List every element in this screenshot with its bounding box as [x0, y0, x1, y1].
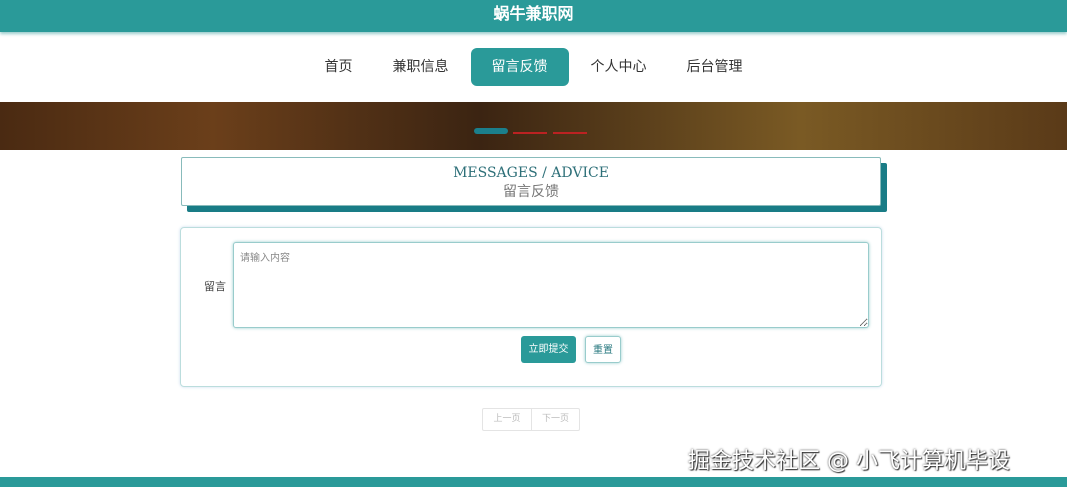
feedback-form: 留言 立即提交 重置 [180, 227, 882, 387]
page-title-en: MESSAGES / ADVICE [453, 165, 609, 181]
page-title: MESSAGES / ADVICE 留言反馈 [181, 157, 881, 206]
watermark: 掘金技术社区 @ 小飞计算机毕设 [688, 449, 1010, 474]
page-title-cn: 留言反馈 [503, 184, 559, 200]
carousel-indicator[interactable] [553, 132, 587, 134]
carousel-indicator-active[interactable] [474, 128, 508, 134]
carousel-indicator[interactable] [513, 132, 547, 134]
main-nav: 首页 兼职信息 留言反馈 个人中心 后台管理 [0, 48, 1067, 86]
submit-button[interactable]: 立即提交 [521, 336, 576, 363]
footer [0, 477, 1067, 487]
message-input[interactable] [233, 242, 869, 328]
nav-profile[interactable]: 个人中心 [573, 48, 665, 86]
reset-button[interactable]: 重置 [585, 336, 621, 363]
message-label: 留言 [204, 280, 226, 293]
site-header: 蜗牛兼职网 [0, 0, 1067, 32]
nav-admin[interactable]: 后台管理 [669, 48, 761, 86]
pagination: 上一页 下一页 [482, 408, 580, 431]
next-page-button[interactable]: 下一页 [531, 409, 579, 430]
nav-home[interactable]: 首页 [307, 48, 371, 86]
banner-carousel [0, 102, 1067, 150]
nav-feedback[interactable]: 留言反馈 [470, 48, 569, 86]
nav-jobs[interactable]: 兼职信息 [375, 48, 467, 86]
prev-page-button[interactable]: 上一页 [483, 409, 531, 430]
